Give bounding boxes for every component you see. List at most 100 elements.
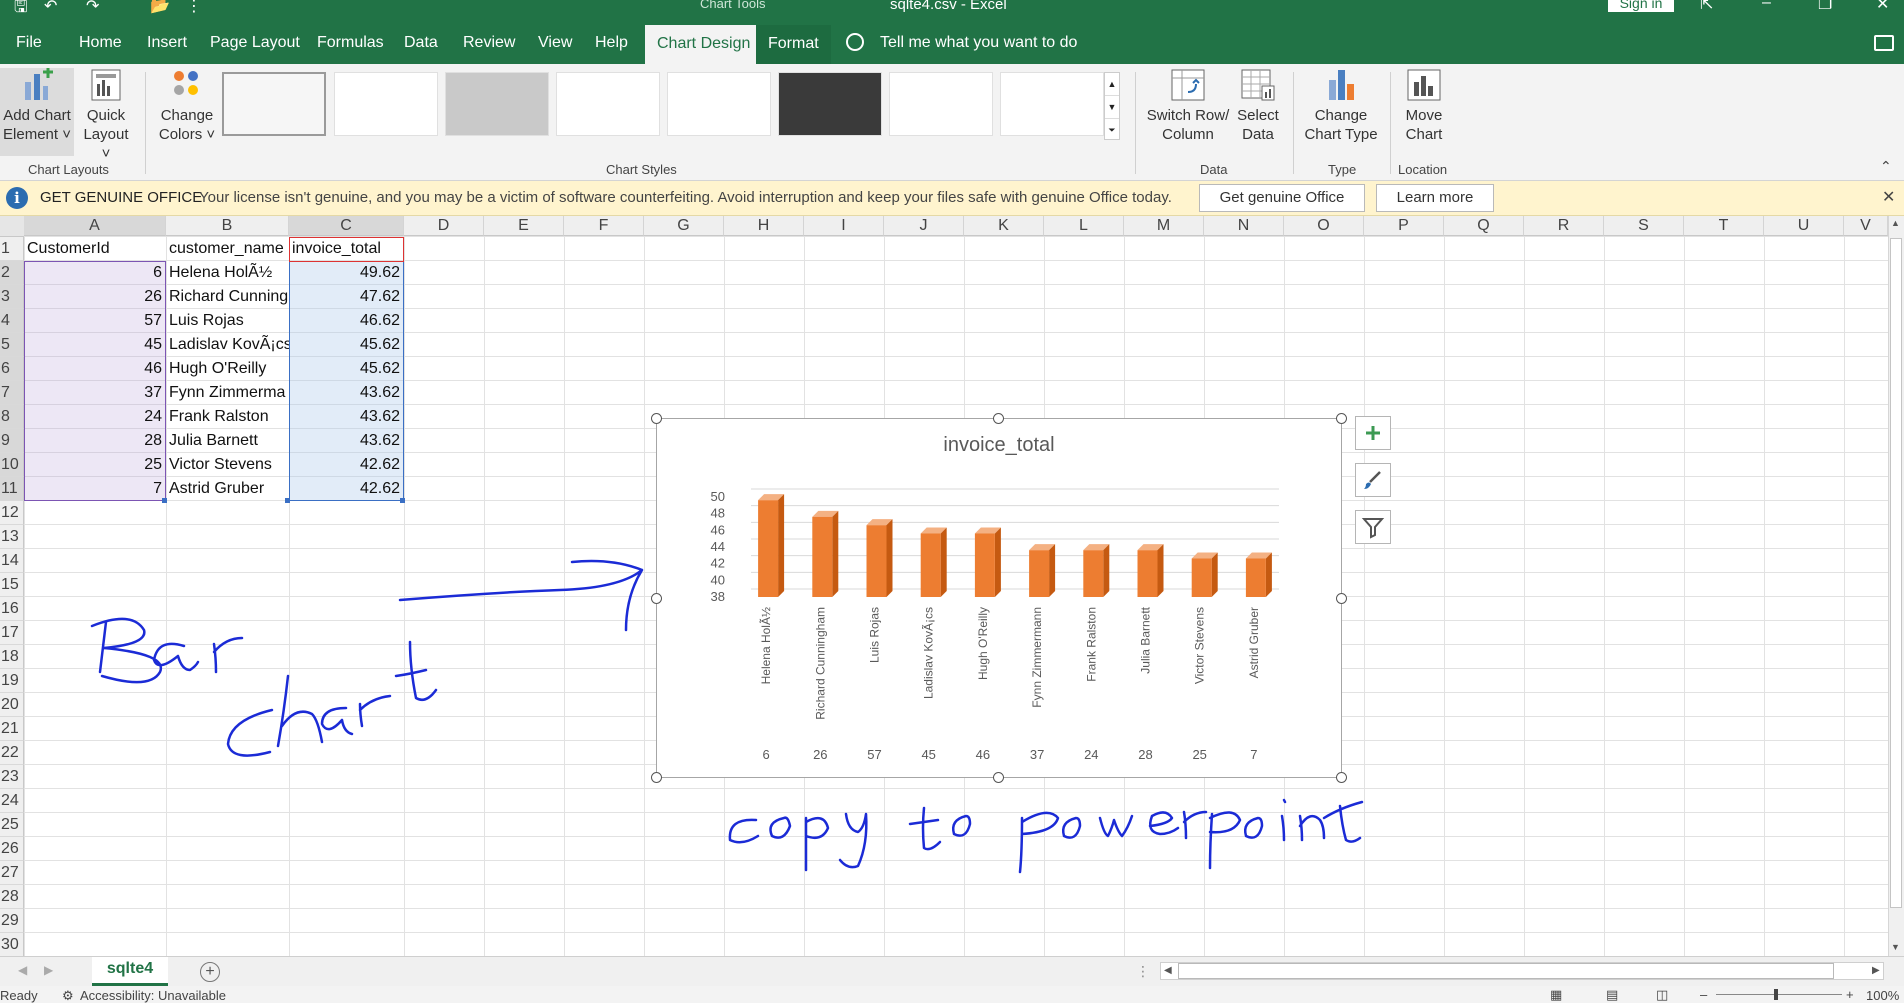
chart-elements-button[interactable] — [1355, 416, 1391, 450]
cell-invoice-total[interactable]: 47.62 — [289, 285, 404, 309]
chart-style-1[interactable] — [222, 72, 326, 136]
column-header-q[interactable]: Q — [1444, 216, 1524, 236]
chart-resize-handle[interactable] — [651, 772, 662, 783]
column-header-k[interactable]: K — [964, 216, 1044, 236]
get-genuine-office-button[interactable]: Get genuine Office — [1199, 184, 1365, 212]
row-header-21[interactable]: 21 — [0, 717, 24, 741]
column-header-p[interactable]: P — [1364, 216, 1444, 236]
column-header-v[interactable]: V — [1844, 216, 1888, 236]
cell-invoice-total[interactable]: 43.62 — [289, 381, 404, 405]
cell-customer-name[interactable]: Hugh O'Reilly — [166, 357, 289, 381]
column-header-i[interactable]: I — [804, 216, 884, 236]
row-header-5[interactable]: 5 — [0, 333, 24, 357]
cell-invoice-total[interactable]: 46.62 — [289, 309, 404, 333]
gallery-down-icon[interactable]: ▼ — [1105, 96, 1119, 119]
column-header-d[interactable]: D — [404, 216, 484, 236]
cell-customerid[interactable]: 28 — [24, 429, 166, 453]
add-chart-element-button[interactable]: Add Chart Element ˅ — [0, 68, 74, 156]
chart-styles-button[interactable] — [1355, 463, 1391, 497]
bar[interactable] — [758, 500, 779, 597]
column-header-e[interactable]: E — [484, 216, 564, 236]
cell-customer-name[interactable]: Ladislav KovÃ¡cs — [166, 333, 289, 357]
move-chart-button[interactable]: Move Chart — [1396, 68, 1452, 144]
row-header-13[interactable]: 13 — [0, 525, 24, 549]
row-header-12[interactable]: 12 — [0, 501, 24, 525]
tell-me-search[interactable]: Tell me what you want to do — [880, 34, 1077, 52]
row-header-7[interactable]: 7 — [0, 381, 24, 405]
column-header-s[interactable]: S — [1604, 216, 1684, 236]
tab-format[interactable]: Format — [756, 25, 831, 64]
zoom-slider-thumb[interactable] — [1774, 989, 1778, 1000]
column-header-h[interactable]: H — [724, 216, 804, 236]
cell-customer-name[interactable]: Luis Rojas — [166, 309, 289, 333]
cell-customer-name[interactable]: Victor Stevens — [166, 453, 289, 477]
column-header-n[interactable]: N — [1204, 216, 1284, 236]
row-header-6[interactable]: 6 — [0, 357, 24, 381]
page-layout-view-icon[interactable]: ▤ — [1606, 987, 1618, 1003]
styles-gallery-scroller[interactable]: ▲ ▼ ⏷ — [1104, 72, 1120, 140]
tab-review[interactable]: Review — [463, 34, 515, 52]
cell-invoice-total[interactable]: 42.62 — [289, 453, 404, 477]
maximize-icon[interactable]: ❐ — [1818, 0, 1832, 14]
chart-resize-handle[interactable] — [1336, 593, 1347, 604]
cell-invoice-total[interactable]: 43.62 — [289, 429, 404, 453]
change-colors-button[interactable]: Change Colors ˅ — [156, 68, 218, 144]
cell-customerid[interactable]: 57 — [24, 309, 166, 333]
column-header-m[interactable]: M — [1124, 216, 1204, 236]
sign-in-button[interactable]: Sign in — [1608, 0, 1674, 12]
bar[interactable] — [812, 516, 833, 597]
ribbon-display-icon[interactable]: ⇱ — [1700, 0, 1713, 14]
row-header-29[interactable]: 29 — [0, 909, 24, 933]
cell-customerid[interactable]: 46 — [24, 357, 166, 381]
zoom-level[interactable]: 100% — [1866, 988, 1899, 1003]
new-sheet-icon[interactable]: + — [200, 962, 220, 982]
cell-customer-name[interactable]: Astrid Gruber — [166, 477, 289, 501]
cell-invoice-total[interactable]: 45.62 — [289, 333, 404, 357]
bar[interactable] — [1137, 550, 1158, 597]
row-header-18[interactable]: 18 — [0, 645, 24, 669]
bar[interactable] — [920, 533, 941, 598]
cell-customerid[interactable]: 24 — [24, 405, 166, 429]
row-header-28[interactable]: 28 — [0, 885, 24, 909]
collapse-ribbon-icon[interactable]: ⌃ — [1880, 158, 1892, 175]
comments-icon[interactable] — [1874, 35, 1894, 51]
tab-view[interactable]: View — [538, 34, 572, 52]
column-header-a[interactable]: A — [24, 216, 166, 236]
cell-customer-name[interactable]: Fynn Zimmerma — [166, 381, 289, 405]
row-header-19[interactable]: 19 — [0, 669, 24, 693]
chart-style-4[interactable] — [556, 72, 660, 136]
select-all-corner[interactable] — [0, 216, 25, 237]
cell-customerid[interactable]: 37 — [24, 381, 166, 405]
row-header-2[interactable]: 2 — [0, 261, 24, 285]
tab-data[interactable]: Data — [404, 34, 438, 52]
row-header-30[interactable]: 30 — [0, 933, 24, 957]
tab-chart-design[interactable]: Chart Design — [645, 25, 763, 64]
column-header-c[interactable]: C — [289, 216, 404, 236]
tab-help[interactable]: Help — [595, 34, 628, 52]
chart-resize-handle[interactable] — [1336, 772, 1347, 783]
column-header-r[interactable]: R — [1524, 216, 1604, 236]
tab-insert[interactable]: Insert — [147, 34, 187, 52]
row-header-10[interactable]: 10 — [0, 453, 24, 477]
gallery-up-icon[interactable]: ▲ — [1105, 73, 1119, 96]
row-header-20[interactable]: 20 — [0, 693, 24, 717]
row-header-25[interactable]: 25 — [0, 813, 24, 837]
bar-chart[interactable]: invoice_total 38 40 42 44 46 48 50 Helena HolÃ½… — [656, 418, 1342, 778]
cell-b1-customer-name[interactable]: customer_name — [166, 237, 289, 261]
column-header-o[interactable]: O — [1284, 216, 1364, 236]
column-header-f[interactable]: F — [564, 216, 644, 236]
bar[interactable] — [974, 533, 995, 598]
close-icon[interactable]: ✕ — [1876, 0, 1889, 14]
switch-row-column-button[interactable]: Switch Row/ Column — [1143, 68, 1233, 144]
row-header-24[interactable]: 24 — [0, 789, 24, 813]
cell-customerid[interactable]: 25 — [24, 453, 166, 477]
chart-style-8[interactable] — [1000, 72, 1104, 136]
next-sheet-icon[interactable]: ▶ — [44, 963, 53, 977]
row-header-9[interactable]: 9 — [0, 429, 24, 453]
row-header-3[interactable]: 3 — [0, 285, 24, 309]
tab-home[interactable]: Home — [79, 34, 122, 52]
scroll-down-icon[interactable]: ▼ — [1891, 942, 1900, 952]
change-chart-type-button[interactable]: Change Chart Type — [1300, 68, 1382, 144]
cell-customerid[interactable]: 26 — [24, 285, 166, 309]
column-header-u[interactable]: U — [1764, 216, 1844, 236]
